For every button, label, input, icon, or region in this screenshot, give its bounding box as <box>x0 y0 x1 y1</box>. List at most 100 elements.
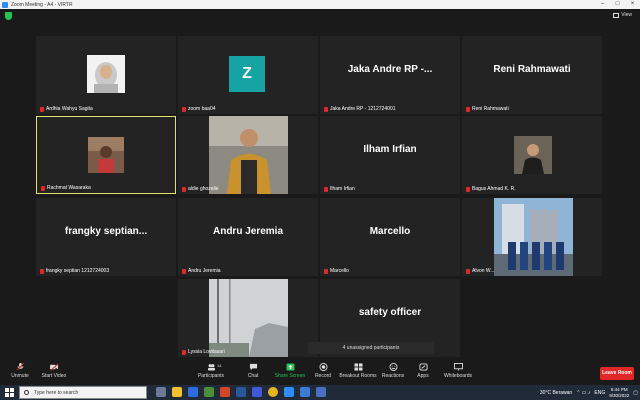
chat-icon <box>249 363 257 371</box>
participant-name: Andru Jeremia <box>188 268 221 274</box>
muted-mic-icon <box>182 268 186 274</box>
file-explorer-icon[interactable] <box>172 387 182 397</box>
avatar: Z <box>229 56 265 92</box>
app-icon[interactable] <box>252 387 262 397</box>
video-tile[interactable]: Marcello Marcello <box>320 198 460 276</box>
window-titlebar: Zoom Meeting - A4 - VIRTR – □ × <box>0 0 640 9</box>
participant-label: Reni Rahmawati <box>466 106 509 112</box>
video-tile[interactable]: Andru Jeremia Andru Jeremia <box>178 198 318 276</box>
minimize-button[interactable]: – <box>595 0 610 9</box>
participant-name: zoom baa04 <box>188 106 216 112</box>
view-button[interactable]: View <box>613 12 632 18</box>
participant-label: Alvon W... <box>466 268 495 274</box>
clock[interactable]: 6:44 PM 9/30/2022 <box>609 387 629 399</box>
app-icon[interactable] <box>300 387 310 397</box>
close-button[interactable]: × <box>625 0 640 9</box>
clock-date: 9/30/2022 <box>609 392 630 398</box>
record-button[interactable]: Record <box>303 363 343 385</box>
apps-button[interactable]: Apps <box>403 363 443 385</box>
breakout-rooms-button[interactable]: Breakout Rooms <box>338 363 378 385</box>
weather-widget[interactable]: 30°C Berawan <box>540 390 572 396</box>
language-indicator[interactable]: ENG <box>594 390 605 396</box>
participant-name: Marcello <box>330 268 349 274</box>
participant-video <box>209 116 288 194</box>
video-tile[interactable]: aldie ghozalie <box>178 116 318 194</box>
video-tile[interactable]: Reni Rahmawati Reni Rahmawati <box>462 36 602 114</box>
participant-name: aldie ghozalie <box>188 186 219 192</box>
muted-mic-icon <box>466 106 470 112</box>
participant-name: Reni Rahmawati <box>472 106 509 112</box>
zoom-taskbar-icon[interactable] <box>284 387 294 397</box>
system-tray: 30°C Berawan ⌃ ▭ ♪ ENG 6:44 PM 9/30/2022… <box>540 385 638 400</box>
whiteboards-button[interactable]: Whiteboards <box>438 363 478 385</box>
participant-display-name: Reni Rahmawati <box>493 64 571 75</box>
participant-display-name: Marcello <box>369 226 411 237</box>
share-screen-icon <box>286 363 294 371</box>
muted-mic-icon <box>182 106 186 112</box>
chat-label: Chat <box>247 373 259 379</box>
notification-icon[interactable]: ▢ <box>633 390 638 396</box>
participants-label: Participants <box>197 373 225 379</box>
task-view-icon[interactable] <box>156 387 166 397</box>
shield-icon[interactable] <box>5 12 12 20</box>
muted-mic-icon <box>16 363 24 371</box>
video-tile[interactable]: frangky septian... frangky septian 12127… <box>36 198 176 276</box>
participant-name: Rachmat Wasaraka <box>47 185 91 191</box>
participant-label: Marcello <box>324 268 349 274</box>
participants-button[interactable]: Participants 14 <box>191 363 231 385</box>
participant-label: Ilham Irfian <box>324 186 355 192</box>
participant-label: Bagus Ahmad K. R. <box>466 186 516 192</box>
record-icon <box>319 363 327 371</box>
participant-photo <box>88 137 124 173</box>
apps-icon <box>419 363 427 371</box>
clock-time: 6:44 PM <box>610 386 628 392</box>
participant-name: frangky septian 1212724003 <box>46 268 110 274</box>
participant-video <box>494 198 573 276</box>
word-icon[interactable] <box>236 387 246 397</box>
powerpoint-icon[interactable] <box>220 387 230 397</box>
start-video-label: Start Video <box>41 373 67 379</box>
muted-mic-icon <box>182 186 186 192</box>
taskbar-search-box[interactable]: Type here to search <box>19 386 147 399</box>
participant-name: Ilham Irfian <box>330 186 355 192</box>
video-tile-active-speaker[interactable]: Rachmat Wasaraka <box>36 116 176 194</box>
muted-mic-icon <box>466 268 470 274</box>
maximize-button[interactable]: □ <box>610 0 625 9</box>
video-tile[interactable]: Bagus Ahmad K. R. <box>462 116 602 194</box>
muted-mic-icon <box>182 349 186 355</box>
video-tile[interactable]: Lyssia Lovitasari <box>178 279 318 357</box>
edge-browser-icon[interactable] <box>188 387 198 397</box>
muted-mic-icon <box>41 185 45 191</box>
video-tile[interactable]: Ilham Irfian Ilham Irfian <box>320 116 460 194</box>
chat-button[interactable]: Chat <box>233 363 273 385</box>
start-video-button[interactable]: Start Video <box>34 363 74 385</box>
tray-icons[interactable]: ⌃ ▭ ♪ <box>576 390 590 396</box>
participant-photo <box>514 136 552 174</box>
whiteboards-label: Whiteboards <box>443 373 473 379</box>
window-title: Zoom Meeting - A4 - VIRTR <box>11 1 73 8</box>
participant-name: Ardhia Wahyu Sagita <box>46 106 93 112</box>
participant-display-name: safety officer <box>358 307 422 318</box>
participant-name: Alvon W... <box>472 268 495 274</box>
app-icon[interactable] <box>316 387 326 397</box>
zoom-app-icon <box>2 1 8 8</box>
video-off-icon <box>49 363 58 371</box>
video-tile[interactable]: Alvon W... <box>462 198 602 276</box>
leave-room-button[interactable]: Leave Room <box>600 367 634 380</box>
video-tile[interactable]: Jaka Andre RP -... Jaka Andre RP - 12127… <box>320 36 460 114</box>
participant-photo <box>87 55 125 93</box>
participant-display-name: Ilham Irfian <box>363 144 417 155</box>
video-tile[interactable]: Z zoom baa04 <box>178 36 318 114</box>
video-tile[interactable]: Ardhia Wahyu Sagita <box>36 36 176 114</box>
reactions-icon <box>389 363 397 371</box>
unassigned-participants-chip[interactable]: 4 unassigned participants <box>308 342 434 354</box>
participant-label: Ardhia Wahyu Sagita <box>40 106 93 112</box>
view-label: View <box>621 12 632 18</box>
participant-display-name: Jaka Andre RP -... <box>347 64 433 75</box>
muted-mic-icon <box>324 186 328 192</box>
excel-icon[interactable] <box>204 387 214 397</box>
chrome-icon[interactable] <box>268 387 278 397</box>
windows-start-icon[interactable] <box>5 388 14 397</box>
breakout-rooms-label: Breakout Rooms <box>339 373 377 379</box>
search-placeholder: Type here to search <box>34 389 79 396</box>
